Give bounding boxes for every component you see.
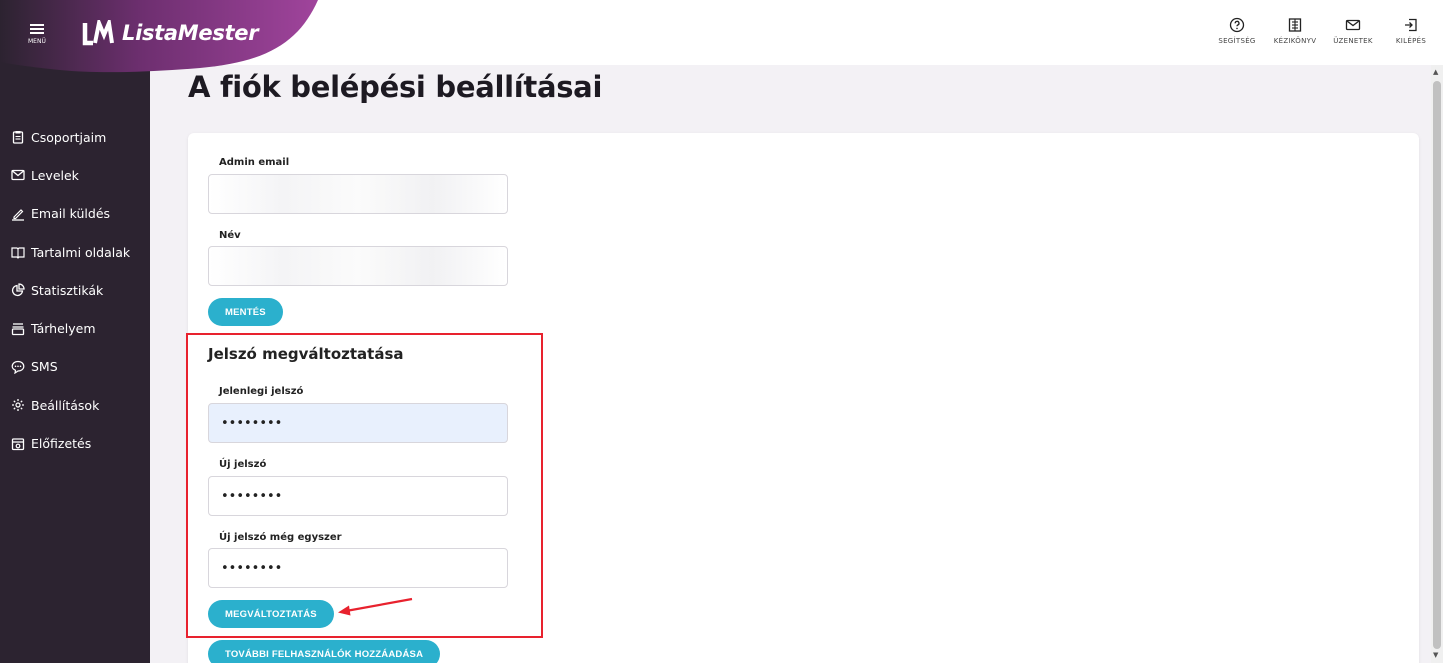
storage-icon (11, 322, 25, 335)
sidebar-item-tartalmi-oldalak[interactable]: Tartalmi oldalak (0, 233, 150, 271)
envelope-icon (11, 170, 25, 181)
sidebar-item-label: Csoportjaim (31, 129, 107, 145)
sidebar-item-csoportjaim[interactable]: Csoportjaim (0, 118, 150, 156)
new-password-input[interactable]: •••••••• (208, 476, 508, 516)
sidebar-item-label: Email küldés (31, 206, 111, 222)
vertical-scrollbar[interactable]: ▲ ▼ (1431, 65, 1443, 663)
listamester-logo-icon (82, 20, 114, 46)
name-label: Név (219, 230, 241, 241)
current-password-input[interactable]: •••••••• (208, 403, 508, 443)
brand-logo[interactable]: ListaMester (82, 20, 259, 46)
change-password-button[interactable]: MEGVÁLTOZTATÁS (208, 600, 334, 628)
sidebar-item-label: Előfizetés (31, 436, 92, 452)
messages-link[interactable]: ÜZENETEK (1327, 17, 1379, 45)
logout-link[interactable]: KILÉPÉS (1385, 17, 1437, 45)
sidebar-item-label: Statisztikák (31, 282, 104, 298)
sidebar-item-email-kuldes[interactable]: Email küldés (0, 195, 150, 233)
repeat-password-input[interactable]: •••••••• (208, 548, 508, 588)
help-label: SEGÍTSÉG (1218, 37, 1256, 45)
open-book-icon (11, 247, 25, 259)
admin-email-label: Admin email (219, 157, 290, 168)
help-circle-icon (1229, 17, 1245, 33)
pencil-icon (12, 208, 24, 221)
hamburger-icon (29, 22, 44, 36)
envelope-icon (1345, 19, 1361, 31)
new-password-label: Új jelszó (219, 459, 267, 470)
sidebar-item-sms[interactable]: SMS (0, 348, 150, 386)
sidebar-item-elofizetes[interactable]: Előfizetés (0, 424, 150, 462)
gear-icon (12, 399, 24, 412)
messages-label: ÜZENETEK (1333, 37, 1373, 45)
name-input[interactable] (208, 246, 508, 286)
manual-label: KÉZIKÖNYV (1273, 37, 1317, 45)
sidebar-nav: Csoportjaim Levelek Email küldés Tartalm… (0, 118, 150, 463)
sidebar-item-label: Levelek (31, 167, 79, 183)
repeat-password-label: Új jelszó még egyszer (219, 532, 342, 543)
clipboard-icon (12, 131, 24, 144)
sidebar-item-statisztikak[interactable]: Statisztikák (0, 271, 150, 309)
scroll-up-icon[interactable]: ▲ (1433, 68, 1438, 76)
top-nav: SEGÍTSÉG KÉZIKÖNYV ÜZENETEK KILÉPÉS (1211, 17, 1437, 45)
logout-label: KILÉPÉS (1395, 37, 1427, 45)
manual-link[interactable]: KÉZIKÖNYV (1269, 17, 1321, 45)
sidebar-item-tarhelyem[interactable]: Tárhelyem (0, 309, 150, 347)
scroll-down-icon[interactable]: ▼ (1433, 651, 1438, 659)
help-link[interactable]: SEGÍTSÉG (1211, 17, 1263, 45)
sidebar-item-levelek[interactable]: Levelek (0, 156, 150, 194)
book-icon (1288, 18, 1302, 32)
subscription-icon (11, 437, 25, 450)
scroll-thumb[interactable] (1433, 81, 1441, 649)
chat-bubble-icon (11, 360, 25, 374)
pie-chart-icon (11, 283, 25, 297)
admin-email-input[interactable] (208, 174, 508, 214)
sidebar-item-label: Tartalmi oldalak (31, 244, 131, 260)
menu-button[interactable]: MENÜ (28, 22, 46, 45)
sidebar-item-label: Beállítások (31, 397, 100, 413)
change-password-title: Jelszó megváltoztatása (208, 345, 404, 363)
logout-icon (1405, 18, 1417, 32)
add-users-button[interactable]: TOVÁBBI FELHASZNÁLÓK HOZZÁADÁSA (208, 640, 441, 663)
brand-name: ListaMester (122, 21, 259, 45)
sidebar-item-beallitasok[interactable]: Beállítások (0, 386, 150, 424)
save-button[interactable]: MENTÉS (208, 298, 283, 326)
sidebar-item-label: Tárhelyem (31, 321, 96, 337)
settings-card: Admin email Név MENTÉS Jelszó megváltozt… (188, 133, 1419, 663)
sidebar-item-label: SMS (31, 359, 58, 375)
menu-label: MENÜ (28, 38, 46, 45)
current-password-label: Jelenlegi jelszó (219, 386, 304, 397)
